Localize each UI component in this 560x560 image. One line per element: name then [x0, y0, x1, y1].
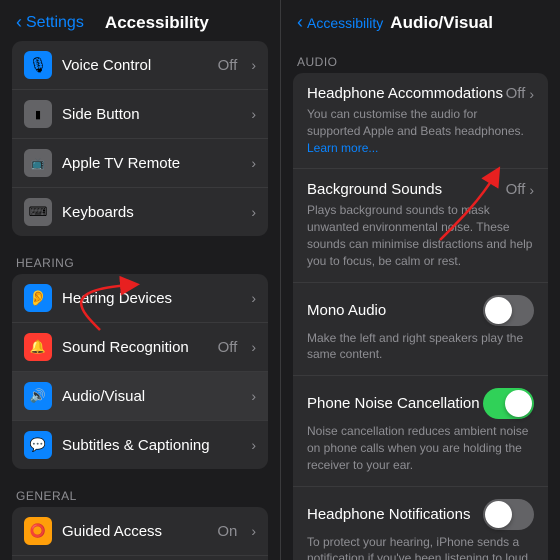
menu-item-keyboards[interactable]: ⌨ Keyboards › [12, 188, 268, 236]
guided-access-label: Guided Access [62, 523, 207, 540]
phone-noise-cancellation-desc: Noise cancellation reduces ambient noise… [307, 423, 534, 473]
background-sounds-value: Off [506, 181, 526, 198]
keyboards-label: Keyboards [62, 204, 241, 221]
headphone-accommodations-desc: You can customise the audio for supporte… [307, 106, 534, 156]
voice-control-chevron-icon: › [251, 57, 256, 73]
keyboards-icon: ⌨ [24, 198, 52, 226]
headphone-notifications-toggle[interactable] [483, 499, 534, 530]
mono-audio-desc: Make the left and right speakers play th… [307, 330, 534, 364]
mono-audio-title: Mono Audio [307, 302, 483, 319]
top-menu-group: 🎙 Voice Control Off › ▮ Side Button › 📺 … [12, 41, 268, 236]
phone-noise-cancellation-toggle[interactable] [483, 388, 534, 419]
background-sounds-title: Background Sounds [307, 181, 506, 198]
apple-tv-remote-label: Apple TV Remote [62, 155, 241, 172]
hearing-devices-chevron-icon: › [251, 290, 256, 306]
side-button-label: Side Button [62, 106, 241, 123]
menu-item-sound-recognition[interactable]: 🔔 Sound Recognition Off › [12, 323, 268, 372]
menu-item-audio-visual[interactable]: 🔊 Audio/Visual › [12, 372, 268, 421]
audio-settings-group: Headphone Accommodations Off › You can c… [293, 73, 548, 560]
left-title: Accessibility [50, 13, 264, 33]
right-item-mono-audio: Mono Audio Make the left and right speak… [293, 283, 548, 377]
side-button-chevron-icon: › [251, 106, 256, 122]
side-button-icon: ▮ [24, 100, 52, 128]
mono-audio-toggle[interactable] [483, 295, 534, 326]
right-item-background-sounds[interactable]: Background Sounds Off › Plays background… [293, 169, 548, 282]
menu-item-voice-control[interactable]: 🎙 Voice Control Off › [12, 41, 268, 90]
hearing-section-label: HEARING [0, 240, 280, 274]
headphone-notifications-toggle-knob [485, 501, 512, 528]
menu-item-apple-tv-remote[interactable]: 📺 Apple TV Remote › [12, 139, 268, 188]
menu-item-siri[interactable]: 🌊 Siri › [12, 556, 268, 560]
phone-noise-cancellation-title: Phone Noise Cancellation [307, 395, 483, 412]
guided-access-value: On [217, 523, 237, 540]
hearing-devices-label: Hearing Devices [62, 290, 241, 307]
voice-control-value: Off [218, 57, 238, 74]
headphone-notifications-title: Headphone Notifications [307, 506, 483, 523]
menu-item-guided-access[interactable]: ⭕ Guided Access On › [12, 507, 268, 556]
right-back-chevron-icon: ‹ [297, 12, 303, 33]
audio-visual-icon: 🔊 [24, 382, 52, 410]
sound-recognition-label: Sound Recognition [62, 339, 208, 356]
menu-item-side-button[interactable]: ▮ Side Button › [12, 90, 268, 139]
sound-recognition-value: Off [218, 339, 238, 356]
subtitles-chevron-icon: › [251, 437, 256, 453]
headphone-notifications-desc: To protect your hearing, iPhone sends a … [307, 534, 534, 560]
background-sounds-desc: Plays background sounds to mask unwanted… [307, 202, 534, 269]
mono-audio-toggle-knob [485, 297, 512, 324]
general-section-label: GENERAL [0, 473, 280, 507]
audio-visual-label: Audio/Visual [62, 388, 241, 405]
headphone-accommodations-title: Headphone Accommodations [307, 85, 506, 102]
menu-item-subtitles[interactable]: 💬 Subtitles & Captioning › [12, 421, 268, 469]
background-sounds-chevron-icon: › [529, 182, 534, 198]
right-header: ‹ Accessibility Audio/Visual [281, 0, 560, 41]
hearing-menu-group: 👂 Hearing Devices › 🔔 Sound Recognition … [12, 274, 268, 469]
apple-tv-remote-icon: 📺 [24, 149, 52, 177]
left-header: ‹ Settings Accessibility [0, 0, 280, 41]
sound-recognition-chevron-icon: › [251, 339, 256, 355]
headphone-accommodations-value: Off [506, 85, 526, 102]
right-title: Audio/Visual [339, 13, 544, 33]
right-scroll-area: AUDIO Headphone Accommodations Off › You… [281, 41, 560, 560]
hearing-devices-icon: 👂 [24, 284, 52, 312]
right-item-phone-noise-cancellation: Phone Noise Cancellation Noise cancellat… [293, 376, 548, 486]
voice-control-icon: 🎙 [24, 51, 52, 79]
keyboards-chevron-icon: › [251, 204, 256, 220]
subtitles-icon: 💬 [24, 431, 52, 459]
general-menu-group: ⭕ Guided Access On › 🌊 Siri › ♿ Accessib… [12, 507, 268, 560]
headphone-accommodations-chevron-icon: › [529, 86, 534, 102]
voice-control-label: Voice Control [62, 57, 208, 74]
phone-noise-cancellation-toggle-knob [505, 390, 532, 417]
menu-item-hearing-devices[interactable]: 👂 Hearing Devices › [12, 274, 268, 323]
right-item-headphone-notifications: Headphone Notifications To protect your … [293, 487, 548, 560]
audio-visual-chevron-icon: › [251, 388, 256, 404]
guided-access-chevron-icon: › [251, 523, 256, 539]
left-scroll-area: 🎙 Voice Control Off › ▮ Side Button › 📺 … [0, 41, 280, 560]
back-chevron-icon: ‹ [16, 12, 22, 33]
right-item-headphone-accommodations[interactable]: Headphone Accommodations Off › You can c… [293, 73, 548, 169]
guided-access-icon: ⭕ [24, 517, 52, 545]
learn-more-link[interactable]: Learn more... [307, 141, 378, 155]
audio-section-label: AUDIO [293, 41, 548, 73]
sound-recognition-icon: 🔔 [24, 333, 52, 361]
apple-tv-remote-chevron-icon: › [251, 155, 256, 171]
subtitles-label: Subtitles & Captioning [62, 437, 241, 454]
